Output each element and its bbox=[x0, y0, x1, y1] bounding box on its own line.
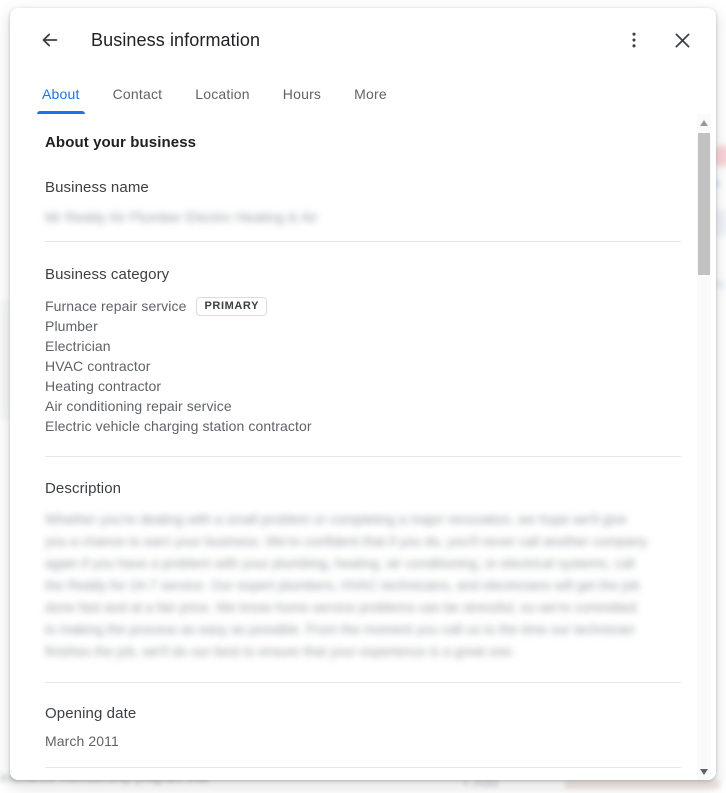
category-row: Plumber bbox=[45, 316, 686, 336]
category-row: Electrician bbox=[45, 336, 686, 356]
close-icon[interactable] bbox=[662, 20, 702, 60]
vertical-scrollbar[interactable] bbox=[696, 114, 712, 780]
divider-after-category bbox=[45, 456, 681, 457]
category-name: Electric vehicle charging station contra… bbox=[45, 418, 312, 434]
business-category-field[interactable]: Business category Furnace repair service… bbox=[45, 266, 686, 436]
opening-date-label: Opening date bbox=[45, 705, 137, 722]
category-row: Heating contractor bbox=[45, 376, 686, 396]
description-value: Whether you're dealing with a small prob… bbox=[45, 509, 681, 663]
category-row: Electric vehicle charging station contra… bbox=[45, 416, 686, 436]
tab-location[interactable]: Location bbox=[185, 86, 260, 114]
background-progress-bar bbox=[565, 780, 720, 789]
description-line: finishes the job, we'll do our best to e… bbox=[45, 644, 516, 659]
tab-more-label: More bbox=[354, 86, 387, 102]
scroll-down-arrow-icon[interactable] bbox=[697, 763, 711, 780]
business-information-dialog: Business information About Contact Locat… bbox=[10, 8, 716, 780]
arrow-back-icon[interactable] bbox=[30, 20, 70, 60]
tab-about-label: About bbox=[42, 86, 80, 102]
description-field[interactable]: Description Whether you're dealing with … bbox=[45, 480, 686, 663]
category-name: HVAC contractor bbox=[45, 358, 151, 374]
section-heading: About your business bbox=[45, 134, 197, 151]
tab-location-label: Location bbox=[195, 86, 250, 102]
description-line: you a chance to earn your business. We'r… bbox=[45, 534, 648, 549]
page-title: Business information bbox=[91, 29, 261, 50]
category-row: HVAC contractor bbox=[45, 356, 686, 376]
tab-more[interactable]: More bbox=[344, 86, 397, 114]
about-content: About your business Business name Mr Red… bbox=[10, 114, 686, 780]
tab-contact[interactable]: Contact bbox=[103, 86, 173, 114]
content-bottom-spacer bbox=[45, 768, 686, 780]
description-line: done fast and at a fair price. We know h… bbox=[45, 600, 637, 615]
divider-after-business-name bbox=[45, 241, 681, 242]
tab-contact-label: Contact bbox=[112, 86, 163, 102]
tab-bar: About Contact Location Hours More bbox=[10, 72, 716, 114]
description-line: to making the process as easy as possibl… bbox=[45, 622, 635, 637]
description-line: Whether you're dealing with a small prob… bbox=[45, 512, 628, 527]
dialog-header: Business information bbox=[10, 8, 716, 72]
more-vert-icon[interactable] bbox=[614, 20, 654, 60]
tab-about[interactable]: About bbox=[32, 86, 90, 114]
opening-date-value: March 2011 bbox=[45, 733, 119, 749]
tab-hours-label: Hours bbox=[282, 86, 322, 102]
category-row: Air conditioning repair service bbox=[45, 396, 686, 416]
business-name-label: Business name bbox=[45, 179, 149, 196]
scroll-up-arrow-icon[interactable] bbox=[697, 114, 711, 131]
business-name-value: Mr Reddy Air Plumber Electric Heating & … bbox=[45, 209, 318, 225]
description-line: the Reddy for 24-7 service. Our expert p… bbox=[45, 578, 640, 593]
business-name-field[interactable]: Business name Mr Reddy Air Plumber Elect… bbox=[45, 179, 686, 227]
primary-badge: PRIMARY bbox=[196, 296, 268, 316]
business-category-label: Business category bbox=[45, 266, 170, 283]
opening-date-field[interactable]: Opening date March 2011 bbox=[45, 705, 686, 749]
category-name: Electrician bbox=[45, 338, 111, 354]
category-name: Plumber bbox=[45, 318, 98, 334]
description-label: Description bbox=[45, 480, 122, 497]
category-name: Heating contractor bbox=[45, 378, 162, 394]
description-line: again if you have a problem with your pl… bbox=[45, 556, 635, 571]
category-name: Air conditioning repair service bbox=[45, 398, 232, 414]
category-name: Furnace repair service bbox=[45, 298, 187, 314]
divider-after-description bbox=[45, 682, 681, 683]
category-row: Furnace repair service PRIMARY bbox=[45, 296, 686, 316]
business-category-list: Furnace repair service PRIMARY Plumber E… bbox=[45, 296, 686, 436]
scrollbar-thumb[interactable] bbox=[698, 133, 710, 275]
tab-hours[interactable]: Hours bbox=[273, 86, 331, 114]
background-left-smudge bbox=[0, 300, 10, 420]
dialog-scroll-body: About your business Business name Mr Red… bbox=[10, 114, 716, 780]
